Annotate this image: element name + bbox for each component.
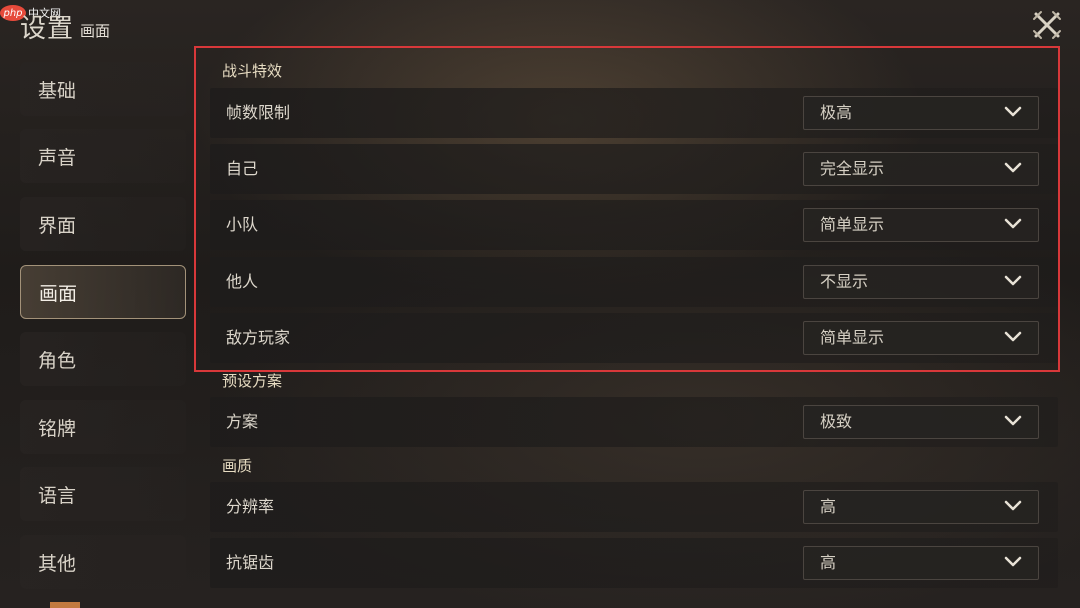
resolution-select[interactable]: 高 [803,490,1039,524]
sidebar-item-label: 声音 [38,146,77,169]
sidebar-item-nameplate[interactable]: 铭牌 [20,400,186,454]
sidebar-item-interface[interactable]: 界面 [20,197,186,251]
select-value: 完全显示 [820,159,885,178]
chevron-down-icon [1004,106,1022,117]
enemy-effects-select[interactable]: 简单显示 [803,321,1039,355]
sidebar-item-language[interactable]: 语言 [20,467,186,521]
self-effects-select[interactable]: 完全显示 [803,152,1039,186]
chevron-down-icon [1004,162,1022,173]
setting-row-antialiasing: 抗锯齿 高 [210,538,1058,588]
setting-label: 方案 [226,412,259,431]
setting-label: 敌方玩家 [226,328,291,347]
select-value: 高 [820,553,837,572]
select-value: 简单显示 [820,215,885,234]
section-title-quality: 画质 [222,457,253,475]
setting-row-team: 小队 简单显示 [210,200,1058,250]
section-title-preset: 预设方案 [222,372,283,390]
setting-row-self: 自己 完全显示 [210,144,1058,194]
team-effects-select[interactable]: 简单显示 [803,208,1039,242]
page-subtitle: 画面 [80,22,111,40]
sidebar-item-label: 基础 [38,79,77,102]
select-value: 极致 [820,412,853,431]
frame-limit-select[interactable]: 极高 [803,96,1039,130]
sidebar-item-sound[interactable]: 声音 [20,129,186,183]
setting-row-preset: 方案 极致 [210,397,1058,447]
setting-row-others: 他人 不显示 [210,257,1058,307]
chevron-down-icon [1004,500,1022,511]
sidebar-item-basic[interactable]: 基础 [20,62,186,116]
setting-label: 小队 [226,215,259,234]
setting-label: 分辨率 [226,497,275,516]
setting-row-frame-limit: 帧数限制 极高 [210,88,1058,138]
sidebar-item-character[interactable]: 角色 [20,332,186,386]
sidebar-item-label: 画面 [39,282,78,305]
setting-label: 抗锯齿 [226,553,275,572]
sidebar-item-other[interactable]: 其他 [20,535,186,589]
setting-row-resolution: 分辨率 高 [210,482,1058,532]
sidebar-item-label: 铭牌 [38,417,77,440]
bottom-accent-bar [50,602,80,608]
antialiasing-select[interactable]: 高 [803,546,1039,580]
close-button[interactable] [1030,8,1064,42]
select-value: 极高 [820,103,853,122]
chevron-down-icon [1004,556,1022,567]
chevron-down-icon [1004,415,1022,426]
sidebar-item-label: 其他 [38,552,77,575]
sidebar-item-label: 界面 [38,214,77,237]
page-title: 设置 [20,14,75,44]
chevron-down-icon [1004,331,1022,342]
chevron-down-icon [1004,218,1022,229]
select-value: 高 [820,497,837,516]
sidebar-item-graphics[interactable]: 画面 [20,265,186,319]
sidebar-item-label: 角色 [38,349,77,372]
setting-row-enemy: 敌方玩家 简单显示 [210,313,1058,363]
setting-label: 帧数限制 [226,103,291,122]
select-value: 简单显示 [820,328,885,347]
setting-label: 自己 [226,159,259,178]
chevron-down-icon [1004,275,1022,286]
select-value: 不显示 [820,272,869,291]
others-effects-select[interactable]: 不显示 [803,265,1039,299]
section-title-battle: 战斗特效 [222,62,283,80]
sidebar-item-label: 语言 [38,484,77,507]
close-icon [1033,11,1061,39]
preset-select[interactable]: 极致 [803,405,1039,439]
setting-label: 他人 [226,272,259,291]
